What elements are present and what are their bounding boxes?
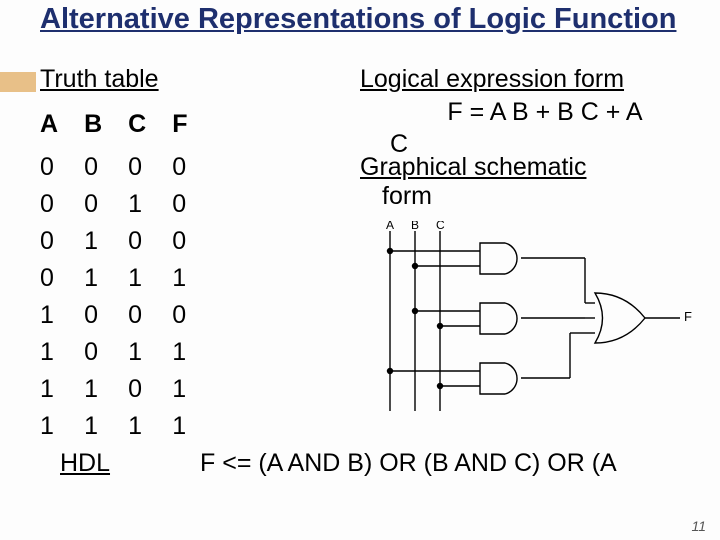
schematic-form-label: form bbox=[360, 182, 700, 211]
col-header: F bbox=[172, 106, 213, 149]
svg-text:B: B bbox=[411, 221, 419, 232]
truth-table: A B C F 0000 0010 0100 0111 1000 1011 11… bbox=[40, 106, 213, 445]
col-header: C bbox=[128, 106, 172, 149]
hdl-expression: F <= (A AND B) OR (B AND C) OR (A bbox=[200, 449, 700, 478]
logic-schematic-diagram: A B C bbox=[360, 221, 700, 421]
table-header-row: A B C F bbox=[40, 106, 213, 149]
col-header: B bbox=[84, 106, 128, 149]
truth-table-column: Truth table A B C F 0000 0010 0100 0111 … bbox=[40, 65, 350, 445]
right-column: Logical expression form F = A B + B C + … bbox=[350, 65, 700, 445]
table-row: 0111 bbox=[40, 260, 213, 297]
page-number: 11 bbox=[691, 518, 706, 534]
accent-bar bbox=[0, 72, 36, 92]
svg-text:F: F bbox=[684, 309, 692, 324]
svg-text:A: A bbox=[386, 221, 394, 232]
content-area: Truth table A B C F 0000 0010 0100 0111 … bbox=[0, 45, 720, 445]
hdl-label: HDL bbox=[60, 449, 200, 478]
hdl-row: HDL F <= (A AND B) OR (B AND C) OR (A bbox=[0, 445, 720, 478]
table-row: 1101 bbox=[40, 371, 213, 408]
expression-label: Logical expression form bbox=[360, 65, 700, 94]
table-row: 0010 bbox=[40, 186, 213, 223]
svg-text:C: C bbox=[436, 221, 445, 232]
table-row: 1111 bbox=[40, 408, 213, 445]
table-row: 0000 bbox=[40, 149, 213, 186]
expression-formula: F = A B + B C + A C bbox=[360, 96, 700, 161]
truth-table-label: Truth table bbox=[40, 65, 350, 94]
table-row: 1000 bbox=[40, 297, 213, 334]
table-row: 1011 bbox=[40, 334, 213, 371]
table-body: 0000 0010 0100 0111 1000 1011 1101 1111 bbox=[40, 149, 213, 445]
col-header: A bbox=[40, 106, 84, 149]
slide-title: Alternative Representations of Logic Fun… bbox=[0, 2, 720, 45]
table-row: 0100 bbox=[40, 223, 213, 260]
